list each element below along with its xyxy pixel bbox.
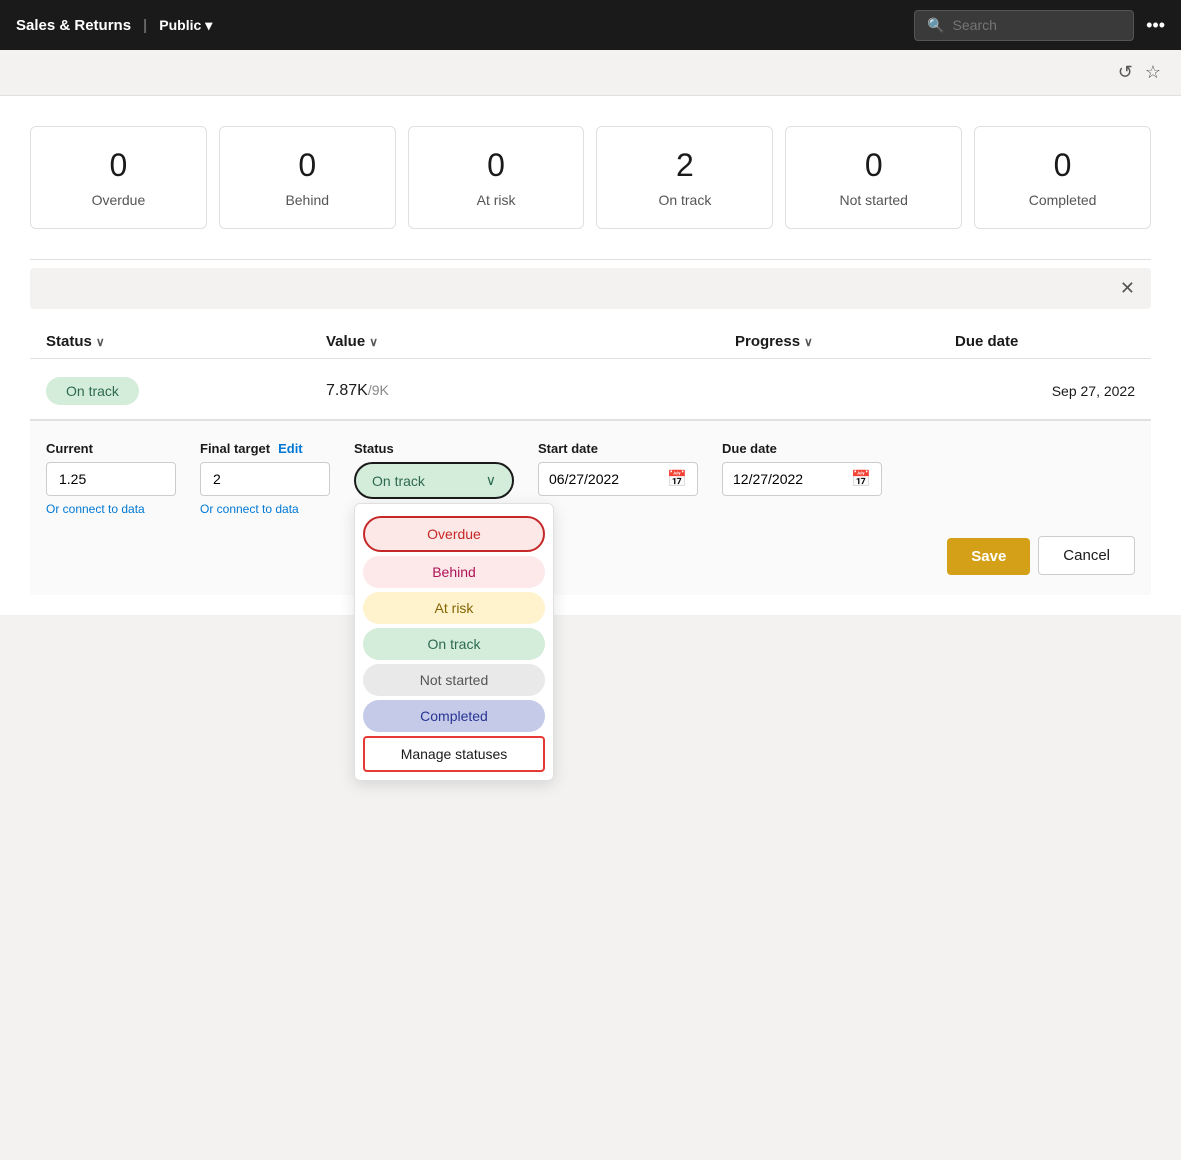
nav-right-actions: 🔍 ••• <box>914 10 1165 41</box>
due-date-input-wrapper: 📅 <box>722 462 882 496</box>
close-filter-button[interactable]: ✕ <box>1120 278 1135 299</box>
main-content: 0 Overdue 0 Behind 0 At risk 2 On track … <box>0 96 1181 615</box>
status-dropdown-button[interactable]: On track ∨ <box>354 462 514 499</box>
app-title: Sales & Returns | Public ▾ <box>16 17 212 34</box>
not-started-count: 0 <box>810 147 937 184</box>
row-status-cell: On track <box>46 377 326 405</box>
due-date-label: Due date <box>722 441 882 456</box>
final-target-field: Final target Edit Or connect to data <box>200 441 330 516</box>
card-behind[interactable]: 0 Behind <box>219 126 396 229</box>
status-field: Status On track ∨ Overdue Behind At risk… <box>354 441 514 499</box>
completed-label: Completed <box>999 192 1126 208</box>
completed-count: 0 <box>999 147 1126 184</box>
on-track-label: On track <box>621 192 748 208</box>
more-options-button[interactable]: ••• <box>1146 15 1165 36</box>
refresh-icon[interactable]: ↺ <box>1118 62 1133 83</box>
due-date-calendar-icon[interactable]: 📅 <box>851 469 871 489</box>
start-date-calendar-icon[interactable]: 📅 <box>667 469 687 489</box>
due-date-input[interactable] <box>733 471 843 487</box>
on-track-count: 2 <box>621 147 748 184</box>
edit-fields-row: Current Or connect to data Final target … <box>46 441 1135 516</box>
card-on-track[interactable]: 2 On track <box>596 126 773 229</box>
status-badge: On track <box>46 377 139 405</box>
save-button[interactable]: Save <box>947 538 1030 575</box>
start-date-input-wrapper: 📅 <box>538 462 698 496</box>
search-container[interactable]: 🔍 <box>914 10 1134 41</box>
current-label: Current <box>46 441 176 456</box>
connect-to-data-link-1[interactable]: Or connect to data <box>46 502 176 516</box>
overdue-label: Overdue <box>55 192 182 208</box>
start-date-label: Start date <box>538 441 698 456</box>
value-sort-icon: ∨ <box>369 335 378 349</box>
section-divider <box>30 259 1151 260</box>
progress-sort-icon: ∨ <box>804 335 813 349</box>
col-duedate-header: Due date <box>955 333 1135 350</box>
col-progress-header[interactable]: Progress ∨ <box>735 333 955 350</box>
behind-label: Behind <box>244 192 371 208</box>
final-target-input[interactable] <box>200 462 330 496</box>
status-sort-icon: ∨ <box>96 335 105 349</box>
manage-statuses-button[interactable]: Manage statuses <box>363 736 545 772</box>
summary-cards-container: 0 Overdue 0 Behind 0 At risk 2 On track … <box>30 116 1151 239</box>
status-option-not-started[interactable]: Not started <box>363 664 545 696</box>
not-started-label: Not started <box>810 192 937 208</box>
card-completed[interactable]: 0 Completed <box>974 126 1151 229</box>
sub-navigation: ↺ ☆ <box>0 50 1181 96</box>
row-duedate-cell: Sep 27, 2022 <box>955 383 1135 399</box>
target-value: /9K <box>368 382 389 398</box>
connect-to-data-link-2[interactable]: Or connect to data <box>200 502 330 516</box>
status-option-completed[interactable]: Completed <box>363 700 545 732</box>
current-input[interactable] <box>46 462 176 496</box>
overdue-count: 0 <box>55 147 182 184</box>
search-icon: 🔍 <box>927 17 944 34</box>
status-option-overdue[interactable]: Overdue <box>363 516 545 552</box>
status-option-behind[interactable]: Behind <box>363 556 545 588</box>
status-option-on-track[interactable]: On track <box>363 628 545 660</box>
start-date-field: Start date 📅 <box>538 441 698 496</box>
behind-count: 0 <box>244 147 371 184</box>
dropdown-chevron-icon: ∨ <box>486 472 496 489</box>
final-target-label: Final target Edit <box>200 441 330 456</box>
at-risk-label: At risk <box>433 192 560 208</box>
nav-divider: | <box>143 17 147 34</box>
start-date-input[interactable] <box>549 471 659 487</box>
current-value: 7.87K <box>326 382 368 399</box>
edit-link[interactable]: Edit <box>278 441 303 456</box>
current-field: Current Or connect to data <box>46 441 176 516</box>
edit-section: Current Or connect to data Final target … <box>30 420 1151 595</box>
col-value-header[interactable]: Value ∨ <box>326 333 735 350</box>
col-status-header[interactable]: Status ∨ <box>46 333 326 350</box>
status-dropdown-menu: Overdue Behind At risk On track Not star… <box>354 503 554 781</box>
search-input[interactable] <box>953 17 1122 33</box>
due-date-field: Due date 📅 <box>722 441 882 496</box>
visibility-selector[interactable]: Public ▾ <box>159 17 212 34</box>
status-field-label: Status <box>354 441 514 456</box>
title-text: Sales & Returns <box>16 17 131 34</box>
table-header: Status ∨ Value ∨ Progress ∨ Due date <box>30 325 1151 359</box>
table-row[interactable]: On track 7.87K/9K Sep 27, 2022 <box>30 363 1151 420</box>
sub-nav-icons: ↺ ☆ <box>1118 62 1161 83</box>
status-option-at-risk[interactable]: At risk <box>363 592 545 624</box>
card-not-started[interactable]: 0 Not started <box>785 126 962 229</box>
star-icon[interactable]: ☆ <box>1145 62 1161 83</box>
filter-bar: ✕ <box>30 268 1151 309</box>
at-risk-count: 0 <box>433 147 560 184</box>
cancel-button[interactable]: Cancel <box>1038 536 1135 575</box>
card-overdue[interactable]: 0 Overdue <box>30 126 207 229</box>
top-navigation: Sales & Returns | Public ▾ 🔍 ••• <box>0 0 1181 50</box>
status-dropdown-container: On track ∨ Overdue Behind At risk On tra… <box>354 462 514 499</box>
card-at-risk[interactable]: 0 At risk <box>408 126 585 229</box>
action-buttons: Save Cancel <box>46 536 1135 575</box>
row-value-cell: 7.87K/9K <box>326 382 735 400</box>
